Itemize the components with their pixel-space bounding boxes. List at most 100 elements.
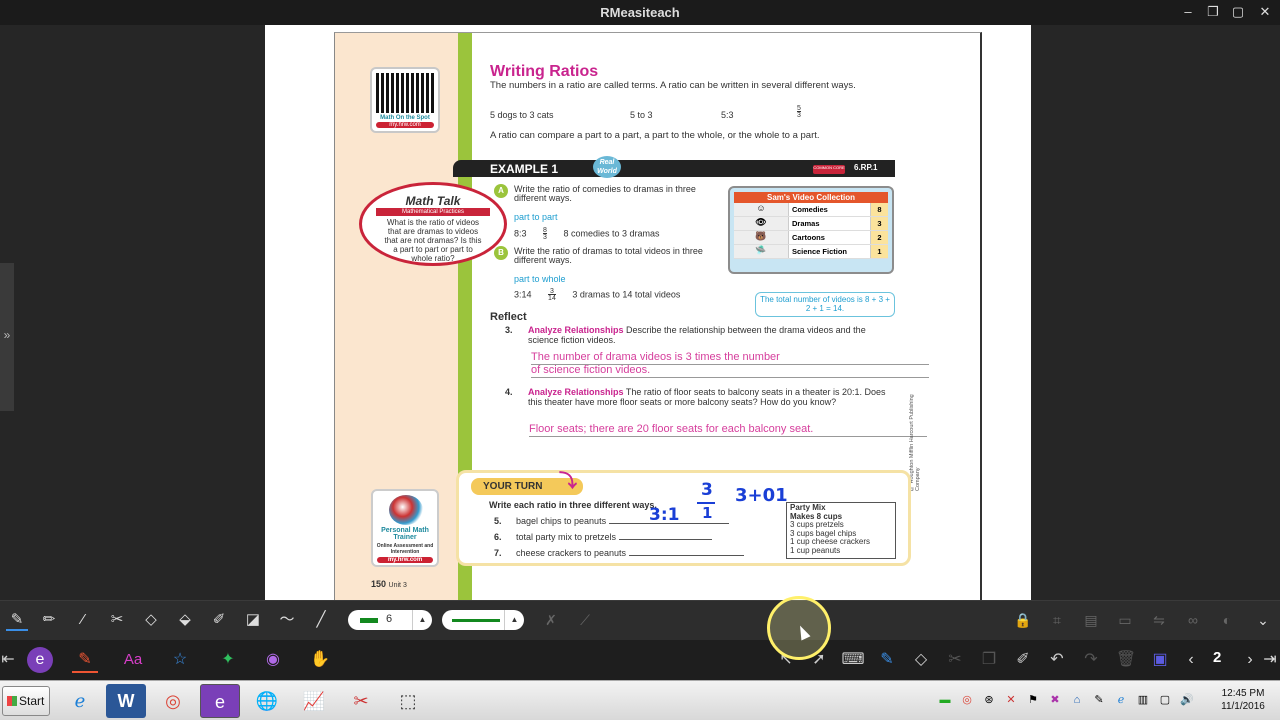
system-clock[interactable]: 12:45 PM 11/1/2016 [1208,687,1278,713]
copy-icon[interactable]: ❐ [976,647,1002,673]
party-mix-box: Party Mix Makes 8 cups 3 cups pretzels 3… [786,502,896,559]
tray-flag-icon[interactable]: ⚑ [1026,693,1040,707]
text-tool-icon[interactable]: Aa [120,647,146,673]
chrome-icon[interactable]: ◎ [153,684,193,718]
app-logo-icon[interactable]: e [27,647,53,673]
real-world-badge: Real World [593,156,621,178]
eraser-tool-icon[interactable]: ◇ [908,647,934,673]
tray-tools-icon[interactable]: ✎ [1092,693,1106,707]
delete-icon[interactable]: 🗑 [1113,647,1139,673]
easiteach-icon[interactable]: e [200,684,240,718]
marker-icon[interactable]: ⁄ [72,609,94,631]
line-style-arrow-icon[interactable]: ▲ [504,610,524,630]
ruler-icon[interactable]: ⟋ [574,609,596,631]
flip-icon[interactable]: ⇋ [1148,609,1170,631]
compare-text: A ratio can compare a part to a part, a … [490,130,820,141]
total-note: The total number of videos is 8 + 3 + 2 … [755,292,895,317]
next-page-icon[interactable]: › [1237,647,1263,673]
app-title: RMeasiteach [600,5,680,20]
whiteboard-canvas[interactable]: » Math On the Spot my.hrw.com Writing Ra… [0,25,1280,600]
word-icon[interactable]: W [106,684,146,718]
link-icon[interactable]: ∞ [1182,609,1204,631]
tray-device-icon[interactable]: ▥ [1136,693,1150,707]
snipping-tool-icon[interactable]: ✂ [341,684,381,718]
eye-icon: 👁 [734,217,788,230]
previous-page-icon[interactable]: ‹ [1178,647,1204,673]
brush-icon[interactable]: ✂ [106,609,128,631]
tray-ie-icon[interactable]: ℯ [1114,693,1128,707]
main-toolbar: ⇤ e ✎ Aa ☆ ✦ ◉ ✋ ↖ ➚ ⌨ ✎ ◇ ✂ ❐ ✐ ↶ ↷ 🗑 ▣… [0,640,1280,680]
side-panel-toggle[interactable]: » [0,263,14,411]
eraser-icon[interactable]: ◇ [140,609,162,631]
pen-width-arrow-icon[interactable]: ▲ [412,610,432,630]
page-icon[interactable]: ▣ [1147,647,1173,673]
tray-monitor-icon[interactable]: ▬ [938,693,952,707]
step-b-tag: part to whole [514,274,566,284]
qr-url: my.hrw.com [376,122,434,128]
row-value: 3 [870,217,888,230]
toolbar-expand-icon[interactable]: ⇥ [1262,647,1278,673]
pen-width-select[interactable]: 6 ▲ [348,610,432,630]
straight-line-icon[interactable]: ╱ [310,609,332,631]
volume-icon[interactable]: 🔊 [1180,693,1194,707]
step-a-frac-den: 3 [543,233,547,241]
clear-ink-icon[interactable]: ✗ [540,609,562,631]
maximize-button[interactable]: ▢ [1228,3,1248,21]
step-a-colon: 8:3 [514,228,527,239]
keyboard-icon[interactable]: ⌨ [840,647,866,673]
tray-close-icon[interactable]: ✕ [1004,693,1018,707]
close-button[interactable]: ✕ [1255,3,1275,21]
handwritten-fraction-den: 1 [702,504,713,522]
shape-pen-icon[interactable]: ◪ [242,609,264,631]
tray-sync-icon[interactable]: ⊛ [982,693,996,707]
toolbar-collapse-icon[interactable]: ⇤ [0,647,16,673]
internet-explorer-icon[interactable]: ℯ [60,684,100,718]
start-button[interactable]: Start [2,686,50,716]
tools-icon[interactable]: ✦ [215,647,241,673]
scissors-icon[interactable]: ✂ [942,647,968,673]
undo-icon[interactable]: ↶ [1044,647,1070,673]
crop-icon[interactable]: ⌗ [1046,609,1068,631]
step-b-answers: 3:14 3 14 3 dramas to 14 total videos [514,288,680,302]
system-tray: ▬ ◎ ⊛ ✕ ⚑ ✖ ⌂ ✎ ℯ ▥ ▢ 🔊 12:45 PM 11/1/20… [930,685,1280,717]
tray-monitor2-icon[interactable]: ▢ [1158,693,1172,707]
highlighter-icon[interactable]: ✏ [38,609,60,631]
tray-chrome-icon[interactable]: ◎ [960,693,974,707]
favorites-icon[interactable]: ☆ [167,647,193,673]
redo-icon[interactable]: ↷ [1078,647,1104,673]
math-talk-bubble: Math Talk Mathematical Practices What is… [359,182,507,266]
reflect-heading: Reflect [490,311,527,323]
line-style-select[interactable]: ▲ [442,610,524,630]
restore-button[interactable]: ❐ [1203,3,1223,21]
paint-icon[interactable]: ✐ [1010,647,1036,673]
question-3-label: Analyze Relationships [528,325,624,335]
question-3-answer-line1: The number of drama videos is 3 times th… [531,351,929,365]
resources-icon[interactable]: ✋ [307,647,333,673]
camera-icon[interactable]: ◉ [260,647,286,673]
lock-icon[interactable]: 🔒 [1012,609,1034,631]
qr-pattern [376,73,434,113]
whiteboard-icon[interactable]: 📈 [294,684,334,718]
line-icon[interactable]: 〜 [276,609,298,631]
pen-toolbar: ✎ ✏ ⁄ ✂ ◇ ⬙ ✐ ◪ 〜 ╱ 6 ▲ ▲ ✗ ⟋ 🔒 ⌗ ▤ ▭ ⇋ … [0,600,1280,640]
common-core-badge: COMMON CORE [813,165,845,174]
magic-pen-icon[interactable]: ✐ [208,609,230,631]
toggle-icon[interactable]: ◐ [1216,609,1238,631]
collapse-chevron-icon[interactable]: ⌄ [1252,609,1274,631]
minimize-button[interactable]: – [1178,3,1198,21]
pen-color-swatch [360,618,378,623]
handwritten-sum: 3+01 [735,485,788,506]
active-pen-icon[interactable]: ✎ [874,647,900,673]
tray-x-icon[interactable]: ✖ [1048,693,1062,707]
globe-icon[interactable]: 🌐 [247,684,287,718]
fill-icon[interactable]: ⬙ [174,609,196,631]
pen-tool-icon[interactable]: ✎ [6,609,28,631]
pen-mode-icon[interactable]: ✎ [72,647,98,673]
align-icon[interactable]: ▤ [1080,609,1102,631]
tray-network-icon[interactable]: ⌂ [1070,693,1084,707]
unit-label: Unit 3 [388,582,407,589]
layer-icon[interactable]: ▭ [1114,609,1136,631]
step-b-badge: B [494,246,508,260]
question-3-text: Analyze Relationships Describe the relat… [528,325,898,345]
screen-capture-icon[interactable]: ⬚ [388,684,428,718]
